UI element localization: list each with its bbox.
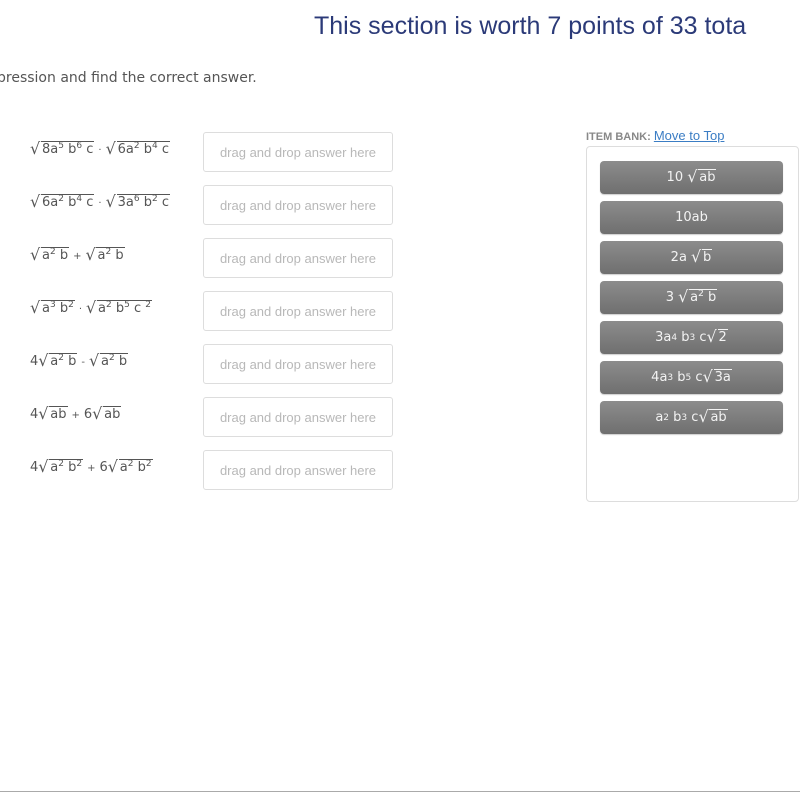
item-bank-label: ITEM BANK: (586, 131, 651, 143)
answer-chip[interactable]: 10ab (600, 201, 783, 234)
item-bank: 10 √ ab 10ab 2a √ b 3 √ a2 b 3a 4 b3 c √ 2 4a 3… (586, 146, 799, 502)
question-expression: √ a2 b + √ a2 b (30, 245, 125, 264)
question-expression: √ 6a2 b4 c · √ 3a6 b2 c (30, 192, 170, 211)
footer-divider (0, 791, 800, 792)
section-points-title: This section is worth 7 points of 33 tot… (314, 12, 747, 40)
answer-drop-zone[interactable]: drag and drop answer here (203, 291, 393, 331)
answer-chip[interactable]: 4a 3 b5 c √ 3a (600, 361, 783, 394)
question-expression: 4 √ a2 b - √ a2 b (30, 351, 129, 370)
question-expression: √ a3 b2 · √ a2 b5 c 2 (30, 298, 152, 317)
answer-chip[interactable]: 3 √ a2 b (600, 281, 783, 314)
answer-drop-zone[interactable]: drag and drop answer here (203, 450, 393, 490)
move-to-top-link[interactable]: Move to Top (654, 128, 725, 143)
answer-chip[interactable]: a2 b3 c √ ab (600, 401, 783, 434)
answer-drop-zone[interactable]: drag and drop answer here (203, 397, 393, 437)
question-expression: 4 √ ab +6 √ ab (30, 404, 122, 423)
answer-drop-zone[interactable]: drag and drop answer here (203, 344, 393, 384)
item-bank-header: ITEM BANK: Move to Top (586, 128, 724, 143)
answer-chip[interactable]: 2a √ b (600, 241, 783, 274)
answer-drop-zone[interactable]: drag and drop answer here (203, 185, 393, 225)
answer-drop-zone[interactable]: drag and drop answer here (203, 132, 393, 172)
answer-chip[interactable]: 3a 4 b3 c √ 2 (600, 321, 783, 354)
answer-chip[interactable]: 10 √ ab (600, 161, 783, 194)
question-expression: 4 √ a2 b2 +6 √ a2 b2 (30, 457, 153, 476)
chip-label: 10ab (675, 210, 708, 225)
instruction-text: pression and find the correct answer. (0, 70, 257, 86)
answer-drop-zone[interactable]: drag and drop answer here (203, 238, 393, 278)
question-expression: √ 8a5 b6 c · √ 6a2 b4 c (30, 139, 170, 158)
